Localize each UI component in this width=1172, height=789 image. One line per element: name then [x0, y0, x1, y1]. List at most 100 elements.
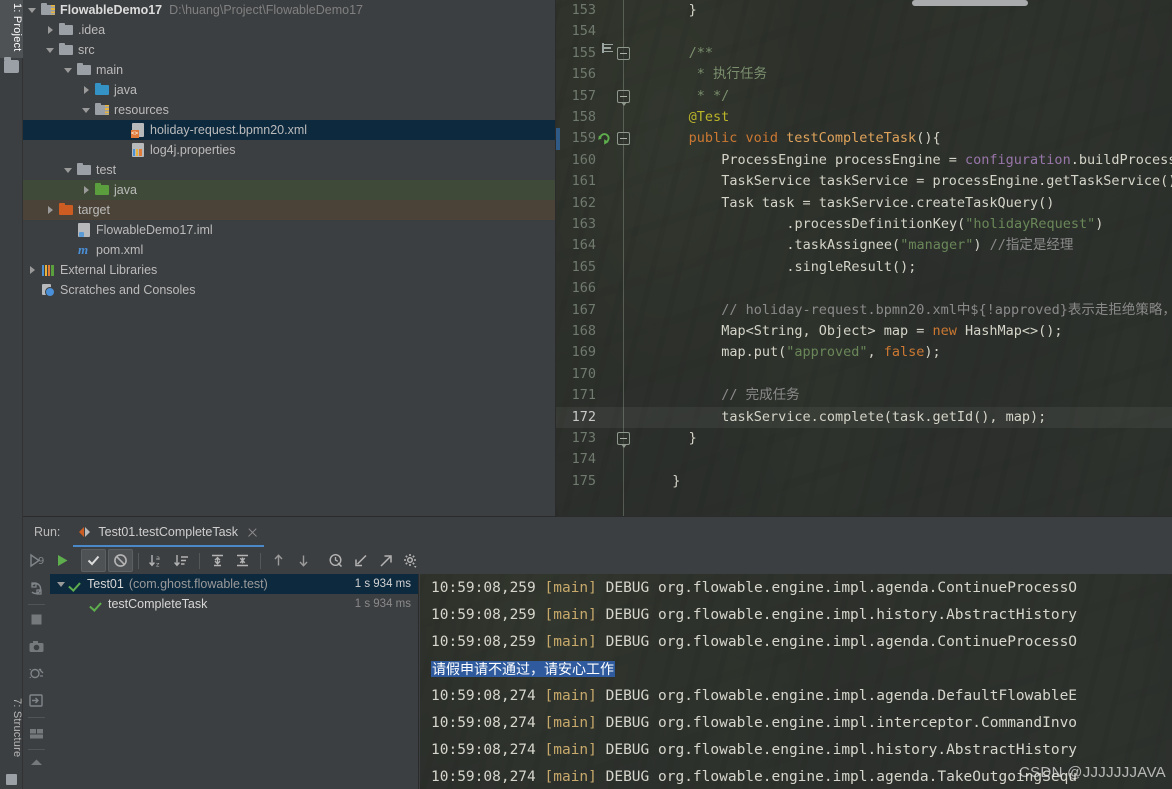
rerun-failed-icon[interactable]: 9	[27, 551, 46, 570]
code-line-157[interactable]: 157 * */	[556, 86, 1172, 107]
run-test-gutter-icon[interactable]	[597, 131, 612, 146]
collapse-all[interactable]	[230, 549, 255, 572]
module-folder-icon	[40, 2, 56, 18]
test-history[interactable]	[323, 549, 348, 572]
tree-item-resources[interactable]: resources	[23, 100, 555, 120]
stop-square-icon[interactable]	[27, 610, 46, 629]
next-failed-test[interactable]	[291, 549, 316, 572]
tree-expander-none	[117, 145, 128, 156]
code-line-161[interactable]: 161 TaskService taskService = processEngi…	[556, 171, 1172, 192]
code-line-167[interactable]: 167 // holiday-request.bpmn20.xml中${!appr…	[556, 300, 1172, 321]
tree-expander-down[interactable]	[56, 579, 67, 590]
tree-item-pom-xml[interactable]: m pom.xml	[23, 240, 555, 260]
layout-icon[interactable]	[27, 724, 46, 743]
code-text: * */	[696, 87, 730, 104]
horizontal-scrollbar-thumb[interactable]	[912, 0, 1028, 6]
close-icon[interactable]	[247, 527, 258, 538]
code-line-171[interactable]: 171 // 完成任务	[556, 385, 1172, 406]
run-configuration-tab[interactable]: Test01.testCompleteTask	[73, 517, 264, 547]
tree-item-java[interactable]: java	[23, 180, 555, 200]
tree-item-label: log4j.properties	[150, 143, 236, 157]
fold-end-icon[interactable]	[617, 89, 630, 106]
code-editor[interactable]: 153} 154 155 /** 156 * 执行任务 157 * */ 158 @Test 159…	[556, 0, 1172, 516]
code-line-158[interactable]: 158 @Test	[556, 107, 1172, 128]
tree-item-external-libraries[interactable]: External Libraries	[23, 260, 555, 280]
tree-item-flowabledemo17-iml[interactable]: FlowableDemo17.iml	[23, 220, 555, 240]
tree-item-target[interactable]: target	[23, 200, 555, 220]
tool-window-tab-structure[interactable]: 7: Structure	[0, 695, 23, 767]
fold-collapse-icon[interactable]	[617, 132, 630, 146]
expand-all[interactable]	[205, 549, 230, 572]
code-line-153[interactable]: 153}	[556, 0, 1172, 21]
tree-expander-right[interactable]	[45, 205, 56, 216]
tree-expander-down[interactable]	[81, 105, 92, 116]
scroll-up-icon[interactable]	[27, 754, 46, 773]
code-line-173[interactable]: 173}	[556, 428, 1172, 449]
code-line-174[interactable]: 174	[556, 449, 1172, 470]
rail-divider-3	[28, 749, 45, 750]
code-text: /**	[688, 44, 713, 61]
code-line-156[interactable]: 156 * 执行任务	[556, 64, 1172, 85]
code-line-165[interactable]: 165 .singleResult();	[556, 257, 1172, 278]
tree-expander-right[interactable]	[81, 85, 92, 96]
tree-item-main[interactable]: main	[23, 60, 555, 80]
show-ignored-toggle[interactable]	[108, 549, 133, 572]
test-tree-row[interactable]: Test01 (com.ghost.flowable.test) 1 s 934 m…	[50, 574, 418, 594]
code-line-160[interactable]: 160 ProcessEngine processEngine = configu…	[556, 150, 1172, 171]
tree-expander-down[interactable]	[45, 45, 56, 56]
code-line-168[interactable]: 168 Map<String, Object> map = new HashMap…	[556, 321, 1172, 342]
tree-expander-right[interactable]	[81, 185, 92, 196]
project-folder-icon[interactable]	[4, 57, 19, 73]
code-line-163[interactable]: 163 .processDefinitionKey("holidayRequest…	[556, 214, 1172, 235]
tool-window-tab-project[interactable]: 1: Project	[0, 0, 23, 58]
show-passed-toggle[interactable]	[81, 549, 106, 572]
sort-by-duration[interactable]	[169, 549, 194, 572]
rerun-button[interactable]	[50, 549, 75, 572]
console-output[interactable]: 10:59:08,259 [main] DEBUG org.flowable.e…	[420, 574, 1172, 789]
libraries-icon	[40, 262, 56, 278]
terminal-icon[interactable]	[6, 774, 17, 785]
fold-collapse-icon[interactable]	[617, 46, 630, 60]
run-label: Run:	[34, 525, 61, 539]
tree-expander-down[interactable]	[63, 65, 74, 76]
project-tree-panel[interactable]: FlowableDemo17 D:\huang\Project\FlowableD…	[23, 0, 556, 516]
tree-item-flowabledemo17[interactable]: FlowableDemo17 D:\huang\Project\FlowableD…	[23, 0, 555, 20]
prev-failed-test[interactable]	[266, 549, 291, 572]
console-log-line: 10:59:08,274 [main] DEBUG org.flowable.e…	[431, 742, 1078, 758]
svg-text:z: z	[156, 561, 160, 569]
code-line-175[interactable]: 175}	[556, 471, 1172, 492]
tree-item-log4j-properties[interactable]: log4j.properties	[23, 140, 555, 160]
tree-item-test[interactable]: test	[23, 160, 555, 180]
run-tab-title: Test01.testCompleteTask	[98, 525, 239, 539]
thread-dump-icon[interactable]	[27, 664, 46, 683]
tree-item-scratches-and-consoles[interactable]: Scratches and Consoles	[23, 280, 555, 300]
tree-expander-right[interactable]	[45, 25, 56, 36]
code-line-170[interactable]: 170	[556, 364, 1172, 385]
tree-expander-down[interactable]	[27, 5, 38, 16]
import-tests[interactable]	[348, 549, 373, 572]
fold-end-icon[interactable]	[617, 432, 630, 448]
test-results-tree[interactable]: Test01 (com.ghost.flowable.test) 1 s 934 m…	[50, 574, 419, 789]
code-line-166[interactable]: 166	[556, 278, 1172, 299]
tree-expander-down[interactable]	[63, 165, 74, 176]
tree-item-src[interactable]: src	[23, 40, 555, 60]
editor-code-area[interactable]: 153} 154 155 /** 156 * 执行任务 157 * */ 158 @Test 159…	[556, 0, 1172, 516]
console-input-icon[interactable]	[27, 691, 46, 710]
code-line-169[interactable]: 169 map.put("approved", false);	[556, 342, 1172, 363]
auto-test-icon[interactable]	[27, 579, 46, 598]
sort-alphabetically[interactable]: az	[144, 549, 169, 572]
code-line-159[interactable]: 159 public void testCompleteTask(){	[556, 128, 1172, 150]
tree-expander-right[interactable]	[27, 265, 38, 276]
code-line-154[interactable]: 154	[556, 21, 1172, 42]
tree-item--idea[interactable]: .idea	[23, 20, 555, 40]
tree-item-java[interactable]: java	[23, 80, 555, 100]
test-settings[interactable]	[398, 549, 423, 572]
code-line-172[interactable]: 172 taskService.complete(task.getId(), ma…	[556, 406, 1172, 428]
code-line-155[interactable]: 155 /**	[556, 42, 1172, 64]
tree-item-holiday-request-bpmn20-xml[interactable]: holiday-request.bpmn20.xml	[23, 120, 555, 140]
code-line-162[interactable]: 162 Task task = taskService.createTaskQue…	[556, 193, 1172, 214]
export-tests[interactable]	[373, 549, 398, 572]
camera-icon[interactable]	[27, 637, 46, 656]
test-tree-row[interactable]: testCompleteTask 1 s 934 ms	[50, 594, 418, 614]
code-line-164[interactable]: 164 .taskAssignee("manager") //指定是经理	[556, 235, 1172, 256]
